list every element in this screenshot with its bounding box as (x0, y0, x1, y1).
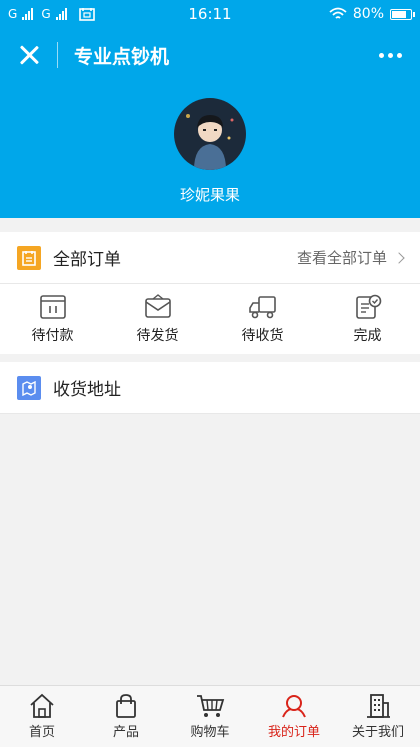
status-label: 待收货 (241, 327, 284, 344)
username: 珍妮果果 (179, 186, 240, 204)
wifi-icon (329, 7, 347, 19)
profile-header: 珍妮果果 (0, 82, 420, 218)
envelope-icon (144, 293, 171, 318)
avatar[interactable] (174, 98, 246, 170)
status-completed[interactable]: 完成 (315, 284, 420, 354)
battery-percent: 80% (352, 6, 384, 22)
status-label: 完成 (353, 327, 382, 344)
tab-products[interactable]: 产品 (84, 686, 168, 747)
status-pending-receipt[interactable]: 待收货 (210, 284, 315, 354)
order-list-icon (17, 245, 41, 270)
carrier-label-2: G (41, 7, 51, 21)
payment-icon (39, 294, 66, 319)
tab-label: 我的订单 (267, 725, 320, 740)
title-bar: 专业点钞机 (0, 28, 420, 82)
status-pending-shipment[interactable]: 待发货 (105, 284, 210, 354)
address-map-icon (17, 375, 41, 400)
tab-my-orders[interactable]: 我的订单 (252, 686, 336, 747)
tab-cart[interactable]: 购物车 (168, 686, 252, 747)
signal-icon (55, 8, 67, 20)
clipboard-check-icon (355, 294, 381, 319)
more-options-button[interactable] (379, 52, 402, 58)
cart-icon (197, 695, 225, 717)
building-icon (367, 694, 390, 718)
shipping-address-row[interactable]: 收货地址 (0, 362, 420, 414)
user-icon (282, 695, 306, 718)
all-orders-label: 全部订单 (53, 250, 121, 270)
page-title: 专业点钞机 (74, 45, 170, 68)
all-orders-row[interactable]: 全部订单 查看全部订单 (0, 232, 420, 284)
tab-label: 产品 (112, 725, 139, 740)
status-right: 80% (329, 6, 415, 22)
close-icon[interactable] (18, 44, 40, 66)
notification-icon (78, 8, 95, 21)
title-divider (57, 42, 58, 68)
signal-icon (22, 8, 34, 20)
bag-icon (116, 694, 136, 718)
tab-label: 关于我们 (351, 725, 404, 740)
battery-icon (390, 8, 415, 20)
view-all-orders-link[interactable]: 查看全部订单 (296, 247, 405, 268)
status-label: 待付款 (31, 327, 74, 344)
carrier-label-1: G (8, 7, 18, 21)
truck-icon (248, 295, 276, 318)
status-label: 待发货 (136, 327, 179, 344)
chevron-right-icon (393, 251, 405, 264)
order-status-row: 待付款 待发货 待收货 完成 (0, 284, 420, 354)
bottom-tab-bar: 首页 产品 购物车 我的订单 关于我们 (0, 685, 420, 747)
tab-home[interactable]: 首页 (0, 686, 84, 747)
status-pending-payment[interactable]: 待付款 (0, 284, 105, 354)
view-all-orders-label: 查看全部订单 (296, 249, 387, 267)
shipping-address-label: 收货地址 (53, 380, 121, 400)
tab-label: 首页 (28, 725, 55, 740)
status-signals: G G (8, 7, 95, 21)
status-bar: G G 16:11 80% (0, 0, 420, 28)
home-icon (30, 693, 54, 718)
tab-about-us[interactable]: 关于我们 (336, 686, 420, 747)
tab-label: 购物车 (190, 725, 230, 740)
